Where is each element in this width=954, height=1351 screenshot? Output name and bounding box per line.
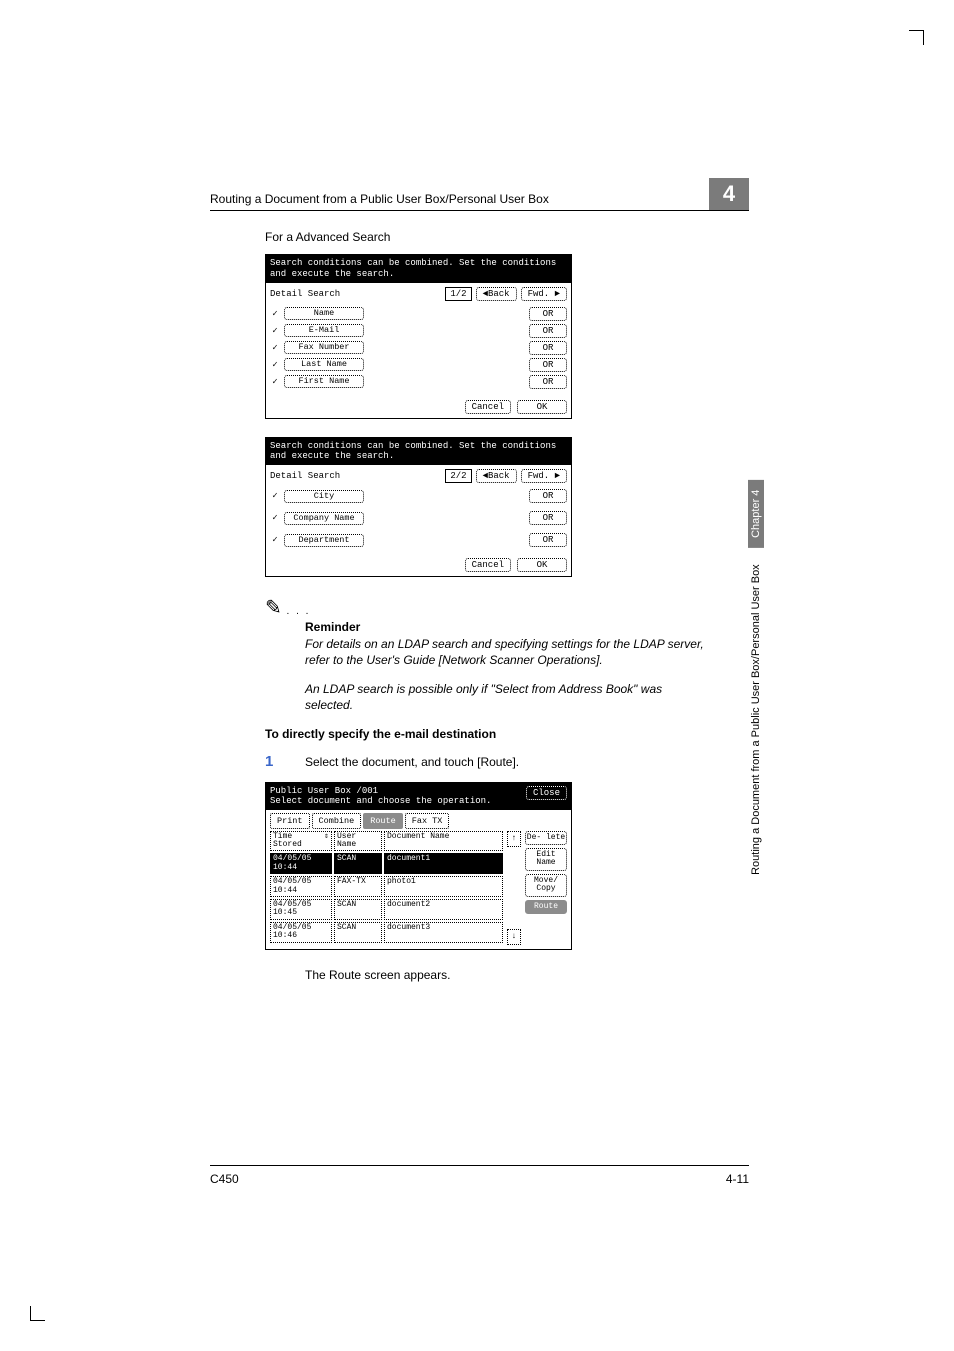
page-indicator: 1/2	[445, 287, 471, 301]
scroll-up-button[interactable]: ↑	[507, 831, 521, 847]
or-button[interactable]: OR	[529, 341, 567, 355]
check-icon: ✓	[270, 343, 280, 353]
table-row[interactable]: 04/05/05 10:46SCANdocument3	[270, 922, 503, 943]
field-company[interactable]: Company Name	[284, 512, 364, 525]
table-row[interactable]: 04/05/05 10:44FAX-TXphoto1	[270, 876, 503, 897]
or-button[interactable]: OR	[529, 358, 567, 372]
footer-page: 4-11	[726, 1172, 749, 1186]
panel-title: Detail Search	[270, 471, 441, 481]
document-table: Time Stored⇕ User Name Document Name 04/…	[270, 831, 503, 945]
page-header: Routing a Document from a Public User Bo…	[210, 178, 749, 211]
side-tab-chapter: Chapter 4	[748, 480, 764, 548]
scrollbar: ↑ ↓	[507, 831, 521, 945]
table-row[interactable]: 04/05/05 10:45SCANdocument2	[270, 899, 503, 920]
col-time-stored[interactable]: Time Stored⇕	[270, 831, 332, 852]
edit-name-button[interactable]: Edit Name	[525, 848, 567, 871]
check-icon: ✓	[270, 535, 280, 545]
panel-prompt: Select document and choose the operation…	[270, 796, 491, 806]
check-icon: ✓	[270, 491, 280, 501]
route-button[interactable]: Route	[525, 900, 567, 914]
tab-faxtx[interactable]: Fax TX	[405, 813, 450, 829]
tab-route[interactable]: Route	[363, 813, 403, 829]
side-tab-long: Routing a Document from a Public User Bo…	[750, 564, 762, 875]
running-title: Routing a Document from a Public User Bo…	[210, 192, 549, 206]
move-copy-button[interactable]: Move/ Copy	[525, 874, 567, 897]
check-icon: ✓	[270, 513, 280, 523]
cancel-button[interactable]: Cancel	[465, 400, 511, 414]
step-1: 1 Select the document, and touch [Route]…	[265, 753, 705, 770]
close-button[interactable]: Close	[526, 786, 567, 800]
fwd-button[interactable]: Fwd. ►	[521, 469, 567, 483]
crop-mark-tr	[909, 30, 924, 45]
chapter-badge: 4	[709, 178, 749, 210]
step-number: 1	[265, 753, 305, 770]
cancel-button[interactable]: Cancel	[465, 558, 511, 572]
field-firstname[interactable]: First Name	[284, 375, 364, 388]
check-icon: ✓	[270, 360, 280, 370]
footer-model: C450	[210, 1172, 239, 1186]
note-icon: ✎ . . .	[265, 595, 705, 620]
or-button[interactable]: OR	[529, 511, 567, 525]
page-indicator: 2/2	[445, 469, 471, 483]
check-icon: ✓	[270, 309, 280, 319]
side-tab: Routing a Document from a Public User Bo…	[746, 480, 766, 875]
reminder-body-2: An LDAP search is possible only if "Sele…	[305, 681, 705, 713]
field-fax[interactable]: Fax Number	[284, 341, 364, 354]
field-email[interactable]: E-Mail	[284, 324, 364, 337]
check-icon: ✓	[270, 326, 280, 336]
ok-button[interactable]: OK	[517, 400, 567, 414]
delete-button[interactable]: De- lete	[525, 831, 567, 845]
crop-mark-bl	[30, 1306, 45, 1321]
field-name[interactable]: Name	[284, 307, 364, 320]
or-button[interactable]: OR	[529, 307, 567, 321]
field-city[interactable]: City	[284, 490, 364, 503]
detail-search-panel-1: Search conditions can be combined. Set t…	[265, 254, 572, 419]
panel-instruction: Search conditions can be combined. Set t…	[266, 438, 571, 466]
page-footer: C450 4-11	[210, 1165, 749, 1186]
scroll-down-button[interactable]: ↓	[507, 929, 521, 945]
fwd-button[interactable]: Fwd. ►	[521, 287, 567, 301]
box-title: Public User Box /001	[270, 786, 491, 796]
tab-print[interactable]: Print	[270, 813, 310, 829]
route-panel: Public User Box /001 Select document and…	[265, 782, 572, 950]
panel-title: Detail Search	[270, 289, 441, 299]
or-button[interactable]: OR	[529, 489, 567, 503]
detail-search-panel-2: Search conditions can be combined. Set t…	[265, 437, 572, 578]
field-department[interactable]: Department	[284, 534, 364, 547]
reminder-body-1: For details on an LDAP search and specif…	[305, 636, 705, 668]
or-button[interactable]: OR	[529, 324, 567, 338]
back-button[interactable]: ◄Back	[476, 469, 517, 483]
or-button[interactable]: OR	[529, 533, 567, 547]
tab-combine[interactable]: Combine	[312, 813, 362, 829]
table-row[interactable]: 04/05/05 10:44SCANdocument1	[270, 853, 503, 874]
col-document-name: Document Name	[384, 831, 503, 852]
step-text: Select the document, and touch [Route].	[305, 753, 519, 770]
result-text: The Route screen appears.	[305, 968, 705, 982]
subsection-caption: For a Advanced Search	[265, 230, 705, 244]
section-heading: To directly specify the e-mail destinati…	[265, 727, 705, 741]
back-button[interactable]: ◄Back	[476, 287, 517, 301]
panel-instruction: Search conditions can be combined. Set t…	[266, 255, 571, 283]
col-user-name: User Name	[334, 831, 382, 852]
check-icon: ✓	[270, 377, 280, 387]
ok-button[interactable]: OK	[517, 558, 567, 572]
field-lastname[interactable]: Last Name	[284, 358, 364, 371]
reminder-heading: Reminder	[305, 620, 705, 634]
or-button[interactable]: OR	[529, 375, 567, 389]
